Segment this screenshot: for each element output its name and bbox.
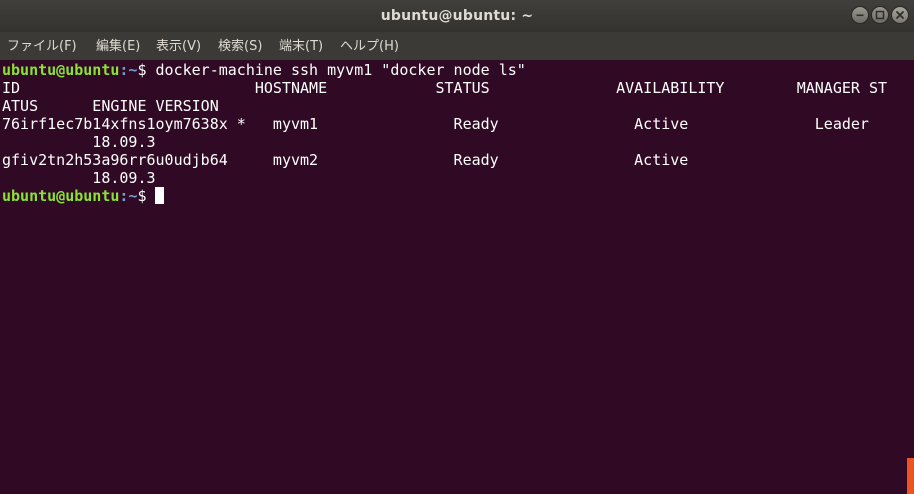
menu-terminal[interactable]: 端末(T) <box>279 32 323 60</box>
prompt-user: ubuntu@ubuntu <box>2 187 120 205</box>
terminal-area[interactable]: ubuntu@ubuntu:~$ docker-machine ssh myvm… <box>0 60 914 494</box>
menu-file[interactable]: ファイル(F) <box>7 32 77 60</box>
output-header-line-1: ID HOSTNAME STATUS AVAILABILITY MANAGER … <box>2 79 888 97</box>
menu-view[interactable]: 表示(V) <box>156 32 201 60</box>
minimize-icon <box>856 14 864 17</box>
scrollbar-thumb[interactable] <box>907 458 914 494</box>
minimize-button[interactable] <box>851 6 869 24</box>
maximize-button[interactable] <box>871 6 889 24</box>
output-node-row-2-version: 18.09.3 <box>2 169 156 187</box>
prompt-line: ubuntu@ubuntu:~$ <box>2 187 164 205</box>
menu-edit[interactable]: 編集(E) <box>96 32 140 60</box>
output-node-row-1: 76irf1ec7b14xfns1oym7638x * myvm1 Ready … <box>2 115 869 133</box>
text-cursor <box>154 187 164 204</box>
prompt-path: :~ <box>119 187 138 205</box>
menu-help[interactable]: ヘルプ(H) <box>340 32 399 60</box>
output-header-line-2: ATUS ENGINE VERSION <box>2 97 219 115</box>
command-text: docker-machine ssh myvm1 "docker node ls… <box>146 61 526 79</box>
menu-search[interactable]: 検索(S) <box>218 32 262 60</box>
title-bar[interactable]: ubuntu@ubuntu: ~ <box>0 0 914 32</box>
maximize-icon <box>875 10 885 20</box>
terminal-window: ubuntu@ubuntu: ~ ファイル(F) 編集(E) 表示(V) 検索(… <box>0 0 914 494</box>
window-title: ubuntu@ubuntu: ~ <box>380 8 534 24</box>
prompt-path: :~ <box>119 61 138 79</box>
prompt-symbol: $ <box>137 187 147 205</box>
prompt-user: ubuntu@ubuntu <box>2 61 120 79</box>
output-node-row-2: gfiv2tn2h53a96rr6u0udjb64 myvm2 Ready Ac… <box>2 151 689 169</box>
output-node-row-1-version: 18.09.3 <box>2 133 156 151</box>
close-button[interactable] <box>891 6 909 24</box>
command-line: ubuntu@ubuntu:~$ docker-machine ssh myvm… <box>2 61 526 79</box>
close-icon <box>896 11 904 19</box>
menu-bar: ファイル(F) 編集(E) 表示(V) 検索(S) 端末(T) ヘルプ(H) <box>0 32 914 60</box>
prompt-symbol: $ <box>137 61 147 79</box>
